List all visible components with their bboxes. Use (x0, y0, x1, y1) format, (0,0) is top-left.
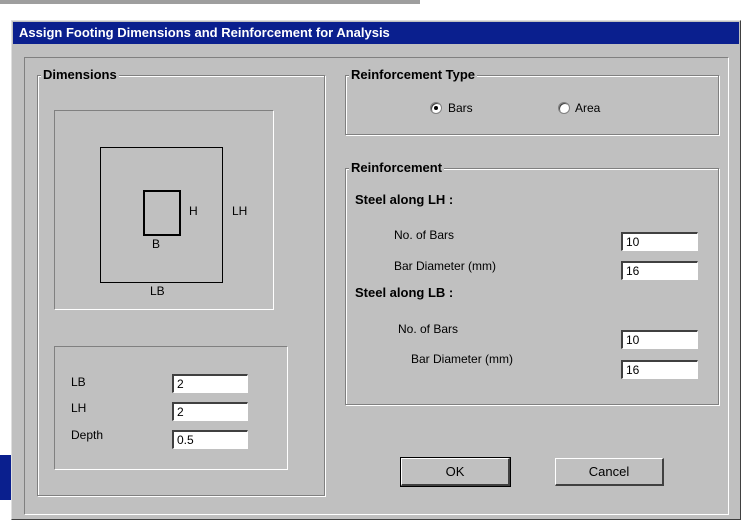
column-outline (143, 190, 181, 236)
cancel-button[interactable]: Cancel (555, 458, 664, 486)
background-window (0, 0, 747, 14)
lb-bars-input[interactable]: 10 (621, 330, 698, 349)
lb-input[interactable]: 2 (172, 374, 248, 393)
lh-bars-input[interactable]: 10 (621, 232, 698, 251)
lh-bars-label: No. of Bars (394, 228, 455, 242)
column-b-label: B (152, 237, 161, 251)
lb-label: LB (71, 375, 86, 389)
dialog-client-area: Dimensions B H LH LB LB 2 LH 2 Depth 0.5… (24, 57, 729, 515)
lh-input[interactable]: 2 (172, 402, 248, 421)
dimensions-fields-panel: LB 2 LH 2 Depth 0.5 (54, 346, 288, 470)
footing-lh-label: LH (232, 204, 248, 218)
reinforcement-group-label: Reinforcement (349, 160, 445, 176)
lb-dia-input[interactable]: 16 (621, 360, 698, 379)
column-h-label: H (189, 204, 198, 218)
depth-label: Depth (71, 428, 104, 442)
ok-button[interactable]: OK (400, 457, 511, 487)
reinforcement-group: Reinforcement Steel along LH : No. of Ba… (345, 160, 719, 405)
dimensions-group-label: Dimensions (41, 67, 119, 83)
bars-radio-dot (434, 106, 438, 110)
depth-input[interactable]: 0.5 (172, 430, 248, 449)
steel-lh-heading: Steel along LH : (355, 192, 454, 207)
footing-dialog: Assign Footing Dimensions and Reinforcem… (11, 20, 741, 520)
dialog-title[interactable]: Assign Footing Dimensions and Reinforcem… (13, 22, 739, 44)
lb-dia-label: Bar Diameter (mm) (411, 352, 514, 366)
reinforcement-type-label: Reinforcement Type (349, 67, 478, 83)
footing-lb-label: LB (150, 284, 165, 298)
reinforcement-type-group: Reinforcement Type Bars Area (345, 67, 719, 135)
background-strip (0, 0, 420, 4)
lh-dia-input[interactable]: 16 (621, 261, 698, 280)
lh-dia-label: Bar Diameter (mm) (394, 259, 497, 273)
lh-label: LH (71, 401, 87, 415)
bars-radio-label[interactable]: Bars (448, 100, 473, 116)
lb-bars-label: No. of Bars (398, 322, 459, 336)
area-radio[interactable] (558, 102, 570, 114)
bars-radio[interactable] (430, 102, 442, 114)
footing-diagram-panel: B H LH LB (54, 110, 274, 310)
dimensions-group: Dimensions B H LH LB LB 2 LH 2 Depth 0.5 (37, 67, 325, 496)
area-radio-label[interactable]: Area (575, 100, 600, 116)
steel-lb-heading: Steel along LB : (355, 285, 454, 300)
